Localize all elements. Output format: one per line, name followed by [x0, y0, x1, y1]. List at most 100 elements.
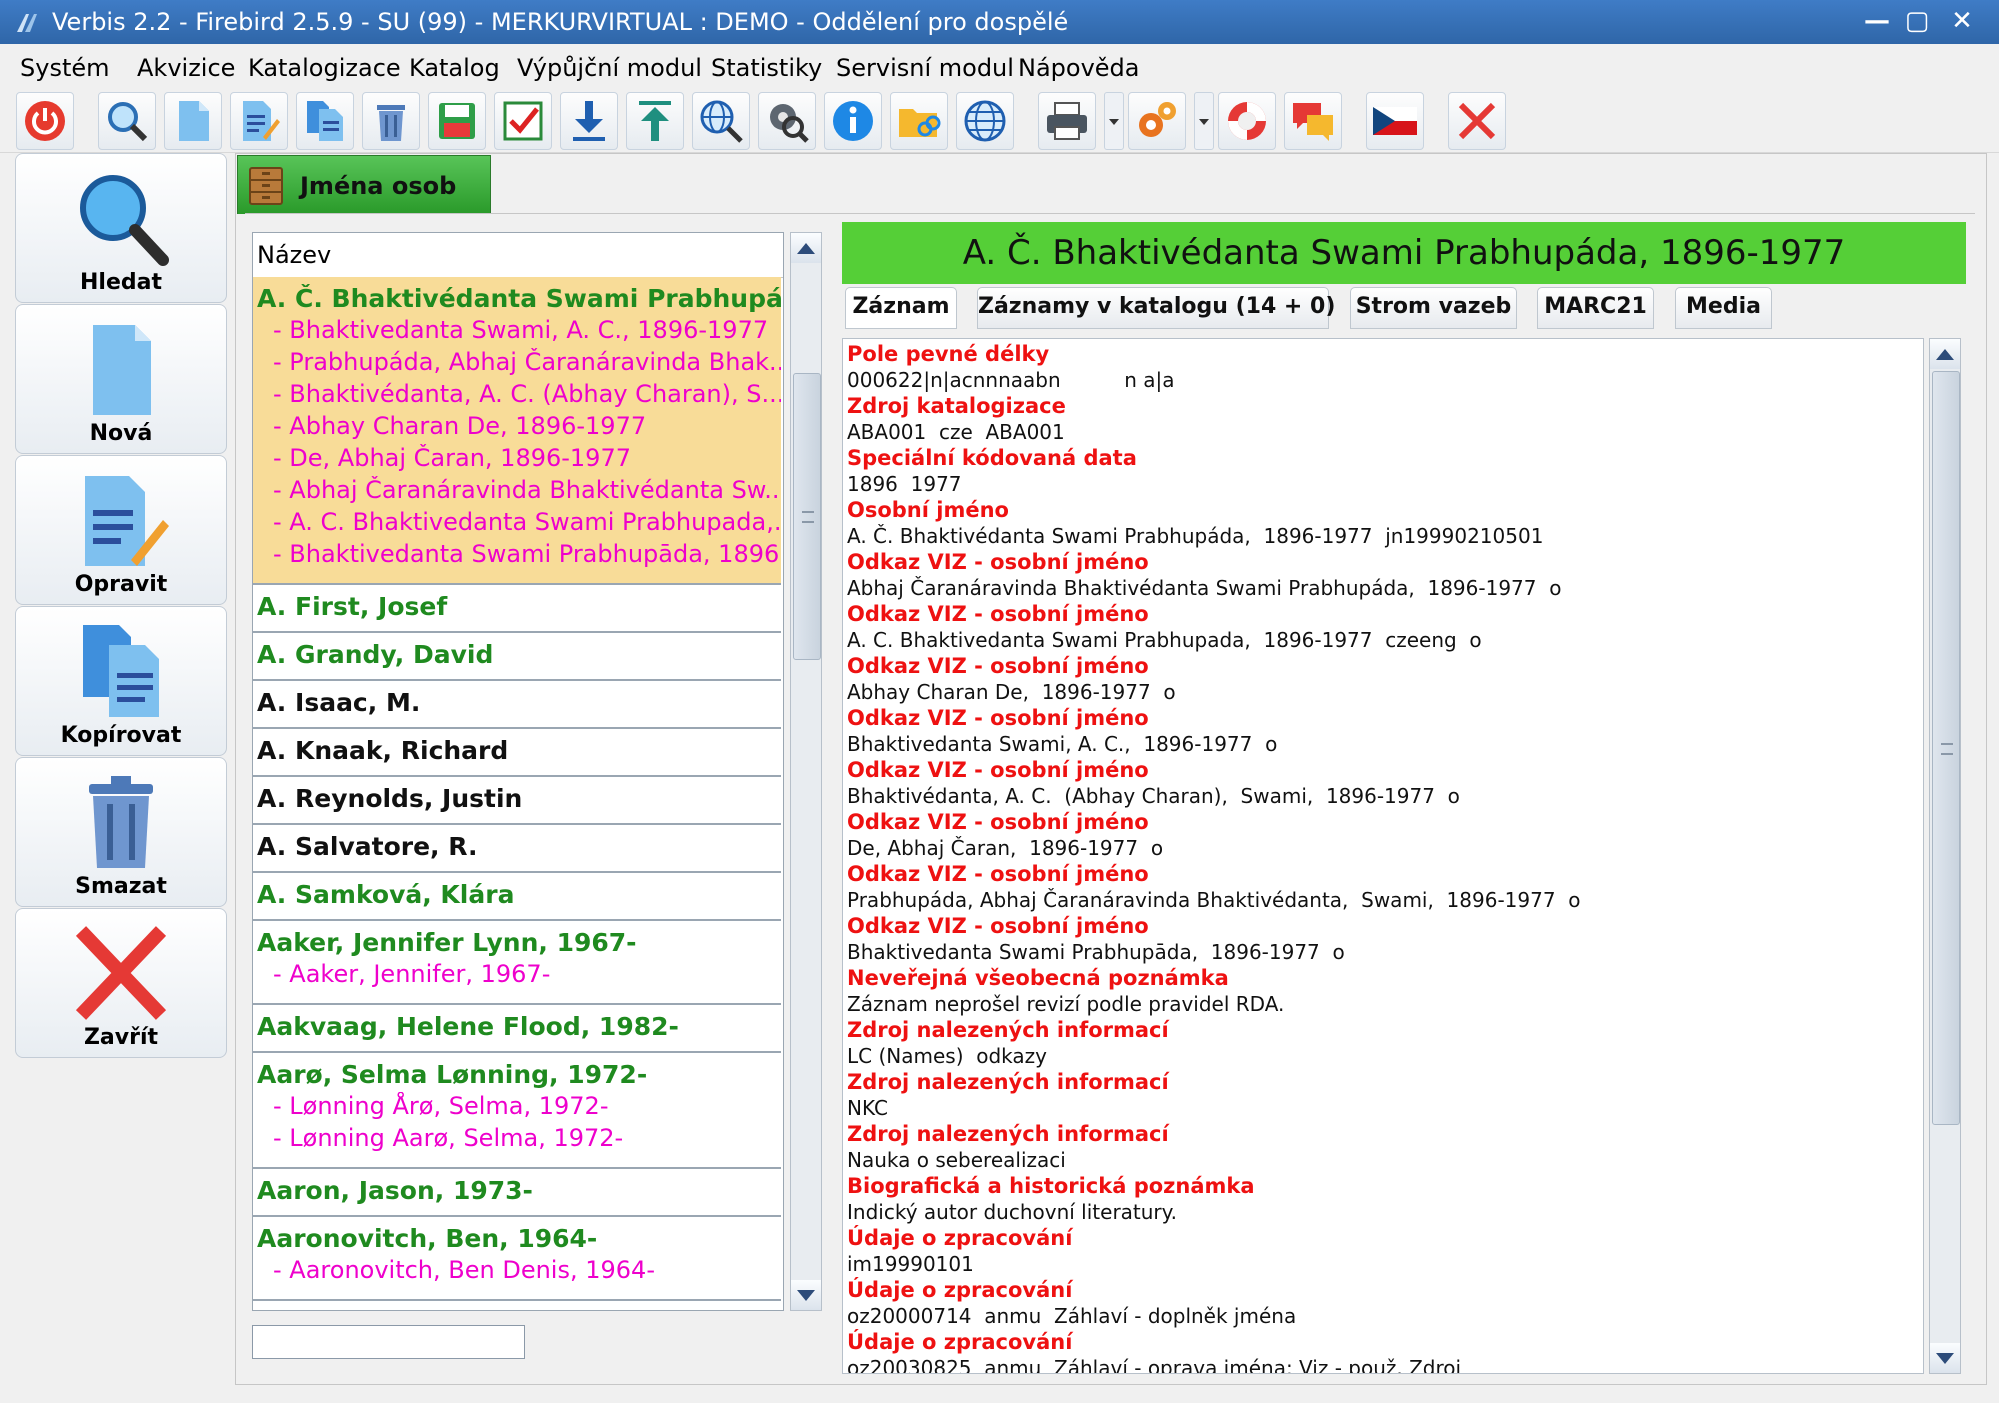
field-label: Zdroj nalezených informací [847, 1018, 1169, 1042]
menu-statistiky[interactable]: Statistiky [711, 54, 822, 82]
menu-system[interactable]: Systém [20, 54, 110, 82]
print-button[interactable] [1038, 92, 1096, 150]
scroll-down-arrow-icon[interactable] [1930, 1343, 1960, 1373]
list-item[interactable]: A. Č. Bhaktivédanta Swami Prabhupád... - … [253, 277, 781, 585]
list-item[interactable]: A. Samková, Klára [253, 873, 781, 921]
copy-document-button[interactable] [296, 92, 354, 150]
list-item[interactable]: Aaron, Jason, 1973- [253, 1169, 781, 1217]
field-value: Abhaj Čaranáravinda Bhaktivédanta Swami … [847, 576, 1562, 600]
sidebar-copy-button[interactable]: Kopírovat [15, 606, 227, 756]
sidebar-new-button[interactable]: Nová [15, 304, 227, 454]
list-item-reference: - De, Abhaj Čaran, 1896-1977 [273, 444, 631, 472]
sidebar-close-button[interactable]: Zavřít [15, 908, 227, 1058]
settings-search-button[interactable] [758, 92, 816, 150]
toolbar [0, 88, 1999, 153]
menu-napoveda[interactable]: Nápověda [1018, 54, 1140, 82]
field-label: Odkaz VIZ - osobní jméno [847, 862, 1149, 886]
settings-search-icon [770, 104, 809, 143]
edit-document-icon [85, 476, 169, 566]
list-item[interactable]: Aaker, Jennifer Lynn, 1967- - Aaker, Jenn… [253, 921, 781, 1005]
download-icon [573, 101, 605, 141]
sidebar-copy-label: Kopírovat [60, 723, 182, 748]
list-item[interactable]: A. Reynolds, Justin [253, 777, 781, 825]
tab-jmena-osob[interactable]: Jména osob [237, 155, 491, 214]
field-label: Neveřejná všeobecná poznámka [847, 966, 1229, 990]
menu-katalogizace[interactable]: Katalogizace [248, 54, 401, 82]
close-icon [1458, 102, 1496, 140]
save-button[interactable] [428, 92, 486, 150]
list-item-reference: - Bhaktivédanta, A. C. (Abhay Charan), S… [273, 380, 781, 408]
new-document-button[interactable] [164, 92, 222, 150]
scroll-down-arrow-icon[interactable] [791, 1280, 821, 1310]
info-icon [833, 101, 873, 141]
print-dropdown[interactable] [1104, 92, 1124, 150]
list-item[interactable]: A. Salvatore, R. [253, 825, 781, 873]
sidebar-edit-button[interactable]: Opravit [15, 455, 227, 605]
list-item[interactable]: A. First, Josef [253, 585, 781, 633]
field-label: Biografická a historická poznámka [847, 1174, 1255, 1198]
list-item-reference: - Aaker, Jennifer, 1967- [273, 960, 551, 988]
globe-button[interactable] [956, 92, 1014, 150]
field-value: LC (Names) odkazy [847, 1044, 1047, 1068]
sidebar-search-button[interactable]: Hledat [15, 153, 227, 303]
language-button[interactable] [1366, 92, 1424, 150]
field-label: Odkaz VIZ - osobní jméno [847, 914, 1149, 938]
list-item[interactable]: Aarons, Edward S. (Sidney) [253, 1301, 781, 1310]
gears-button[interactable] [1128, 92, 1186, 150]
list-item[interactable]: A. Grandy, David [253, 633, 781, 681]
tab-media[interactable]: Media [1675, 287, 1772, 329]
tab-marc21[interactable]: MARC21 [1537, 287, 1654, 329]
minimize-button[interactable]: — [1860, 6, 1894, 36]
maximize-button[interactable]: ▢ [1900, 6, 1934, 36]
scroll-thumb[interactable] [1932, 371, 1960, 1125]
list-item[interactable]: Aaronovitch, Ben, 1964- - Aaronovitch, Be… [253, 1217, 781, 1301]
menu-akvizice[interactable]: Akvizice [137, 54, 235, 82]
close-module-button[interactable] [1448, 92, 1506, 150]
record-scrollbar[interactable] [1929, 338, 1961, 1374]
check-button[interactable] [494, 92, 552, 150]
list-header[interactable]: Název [253, 233, 783, 278]
download-button[interactable] [560, 92, 618, 150]
help-button[interactable] [1218, 92, 1276, 150]
tab-strom-vazeb[interactable]: Strom vazeb [1350, 287, 1517, 329]
list-item-name: Aaron, Jason, 1973- [257, 1176, 533, 1205]
list-item-reference: - Abhaj Čaranáravinda Bhaktivédanta Sw..… [273, 476, 781, 504]
gears-dropdown[interactable] [1194, 92, 1214, 150]
grip-icon [802, 511, 814, 523]
delete-button[interactable] [362, 92, 420, 150]
tab-zaznam[interactable]: Záznam [845, 287, 957, 329]
new-document-icon [179, 101, 209, 141]
edit-document-button[interactable] [230, 92, 288, 150]
list-search-input[interactable] [252, 1325, 525, 1359]
list-item[interactable]: Aarø, Selma Lønning, 1972- - Lønning Årø,… [253, 1053, 781, 1169]
scroll-up-arrow-icon[interactable] [791, 233, 821, 263]
folder-link-button[interactable] [890, 92, 948, 150]
menu-bar: Systém Akvizice Katalogizace Katalog Výp… [0, 44, 1999, 88]
field-label: Údaje o zpracování [847, 1226, 1073, 1250]
names-list: Název A. Č. Bhaktivédanta Swami Prabhupá… [252, 232, 784, 1311]
list-item[interactable]: A. Isaac, M. [253, 681, 781, 729]
menu-katalog[interactable]: Katalog [409, 54, 500, 82]
scroll-thumb[interactable] [793, 373, 821, 660]
scroll-up-arrow-icon[interactable] [1930, 339, 1960, 369]
close-window-button[interactable]: ✕ [1945, 6, 1979, 36]
list-item[interactable]: A. Knaak, Richard [253, 729, 781, 777]
list-item-name: A. Knaak, Richard [257, 736, 509, 765]
search-button[interactable] [98, 92, 156, 150]
menu-servisni-modul[interactable]: Servisní modul [836, 54, 1014, 82]
copy-document-icon [307, 101, 343, 141]
chat-button[interactable] [1284, 92, 1342, 150]
info-button[interactable] [824, 92, 882, 150]
power-button[interactable] [16, 92, 74, 150]
upload-button[interactable] [626, 92, 684, 150]
czech-flag-icon [1373, 107, 1417, 135]
field-label: Odkaz VIZ - osobní jméno [847, 706, 1149, 730]
field-label: Odkaz VIZ - osobní jméno [847, 758, 1149, 782]
sidebar-delete-button[interactable]: Smazat [15, 757, 227, 907]
menu-vypujcni-modul[interactable]: Výpůjční modul [517, 54, 702, 82]
tab-zaznamy-v-katalogu[interactable]: Záznamy v katalogu (14 + 0) [977, 287, 1335, 329]
list-item[interactable]: Aakvaag, Helene Flood, 1982- [253, 1005, 781, 1053]
names-list-scrollbar[interactable] [790, 232, 822, 1311]
globe-search-button[interactable] [692, 92, 750, 150]
grip-icon [1941, 743, 1953, 755]
